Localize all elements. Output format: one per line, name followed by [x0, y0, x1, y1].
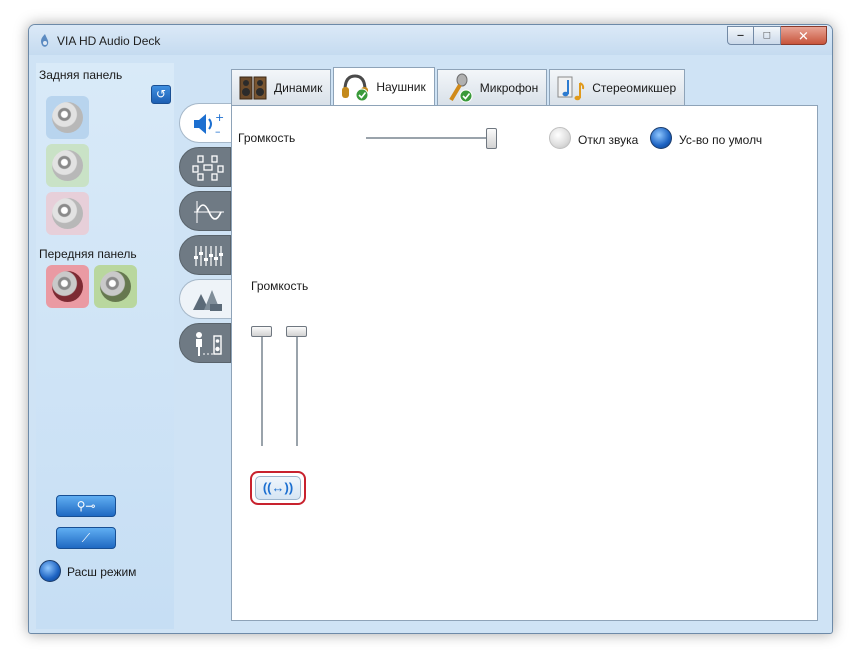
- mute-radio[interactable]: [549, 127, 571, 149]
- headphones-icon: [342, 73, 369, 101]
- minimize-icon: ‒: [737, 29, 744, 41]
- left-channel-thumb[interactable]: [251, 326, 272, 337]
- side-tab-room-correction[interactable]: [179, 323, 231, 363]
- app-window: VIA HD Audio Deck ‒ □ ✕ Задняя панель ↺ …: [28, 24, 833, 634]
- wrench-icon: ⟋: [81, 531, 91, 545]
- right-channel-track[interactable]: [296, 326, 298, 446]
- tab-headphones[interactable]: Наушник: [333, 67, 435, 105]
- maximize-icon: □: [763, 29, 771, 41]
- tab-label: Наушник: [376, 79, 426, 94]
- sine-wave-icon: [194, 201, 224, 223]
- tools-button[interactable]: ⟋: [56, 527, 116, 549]
- svg-text:–: –: [215, 125, 221, 138]
- right-channel-thumb[interactable]: [286, 326, 307, 337]
- window-title: VIA HD Audio Deck: [57, 34, 161, 48]
- tab-stereo-mix[interactable]: Стереомикшер: [549, 69, 686, 105]
- advanced-mode-label: Расш режим: [67, 565, 137, 579]
- side-tab-waveform[interactable]: [179, 191, 231, 231]
- headphones-panel: Громкость Откл звука Ус-во по умолч Гром…: [231, 105, 818, 621]
- jack-icon: [52, 150, 83, 181]
- channel-link-button[interactable]: ((↔)): [250, 471, 306, 505]
- jack-icon: [52, 271, 83, 302]
- app-icon: [41, 34, 49, 47]
- mute-label: Откл звука: [578, 133, 639, 147]
- microphone-icon: [449, 73, 473, 102]
- default-device-radio[interactable]: [650, 127, 672, 149]
- reset-button[interactable]: ↺: [151, 85, 171, 104]
- svg-text:+: +: [215, 111, 224, 124]
- side-tab-volume[interactable]: + –: [179, 103, 231, 143]
- environment-icon: [193, 290, 222, 311]
- front-panel-label: Передняя панель: [39, 247, 137, 261]
- caption-buttons: ‒ □ ✕: [727, 26, 827, 45]
- back-panel-label: Задняя панель: [39, 68, 123, 82]
- tab-label: Стереомикшер: [592, 80, 677, 95]
- title-bar: VIA HD Audio Deck ‒ □ ✕: [29, 25, 832, 55]
- front-jack-green[interactable]: [94, 265, 137, 308]
- speaker-config-icon: [192, 155, 224, 181]
- music-note-icon: [557, 76, 585, 100]
- tab-label: Микрофон: [479, 80, 539, 95]
- volume-icon: + –: [194, 111, 224, 138]
- jack-icon: [100, 271, 131, 302]
- side-tab-environment[interactable]: [179, 279, 231, 319]
- reset-icon: ↺: [155, 87, 167, 101]
- left-panel: Задняя панель ↺ Передняя панель ⚲⊸ ⟋ Рас…: [36, 63, 174, 629]
- side-tab-speaker-config[interactable]: [179, 147, 231, 187]
- connector-icon: ⚲⊸: [76, 499, 96, 513]
- room-correction-icon: [196, 332, 222, 356]
- master-volume-track[interactable]: [366, 137, 496, 139]
- jack-icon: [52, 198, 83, 229]
- tab-label: Динамик: [274, 80, 323, 95]
- jack-icon: [52, 102, 83, 133]
- back-jack-pink[interactable]: [46, 192, 89, 235]
- back-jack-green[interactable]: [46, 144, 89, 187]
- minimize-button[interactable]: ‒: [727, 26, 754, 45]
- equalizer-icon: [194, 246, 223, 266]
- close-icon: ✕: [798, 28, 809, 43]
- side-tab-equalizer[interactable]: [179, 235, 231, 275]
- channel-volume-label: Громкость: [251, 279, 309, 293]
- device-tabs: Динамик Наушник Микрофон Стереомикшер: [231, 67, 687, 105]
- close-button[interactable]: ✕: [781, 26, 827, 45]
- tab-speakers[interactable]: Динамик: [231, 69, 332, 105]
- master-volume-thumb[interactable]: [486, 128, 497, 149]
- advanced-mode-radio[interactable]: [39, 560, 61, 582]
- default-device-label: Ус-во по умолч: [679, 133, 763, 147]
- back-jack-blue[interactable]: [46, 96, 89, 139]
- link-channels-icon: ((↔)): [255, 476, 301, 500]
- speakers-icon: [239, 76, 267, 99]
- connector-settings-button[interactable]: ⚲⊸: [56, 495, 116, 517]
- maximize-button[interactable]: □: [754, 26, 781, 45]
- front-jack-pink[interactable]: [46, 265, 89, 308]
- left-channel-track[interactable]: [261, 326, 263, 446]
- tab-microphone[interactable]: Микрофон: [436, 69, 548, 105]
- master-volume-label: Громкость: [238, 131, 296, 145]
